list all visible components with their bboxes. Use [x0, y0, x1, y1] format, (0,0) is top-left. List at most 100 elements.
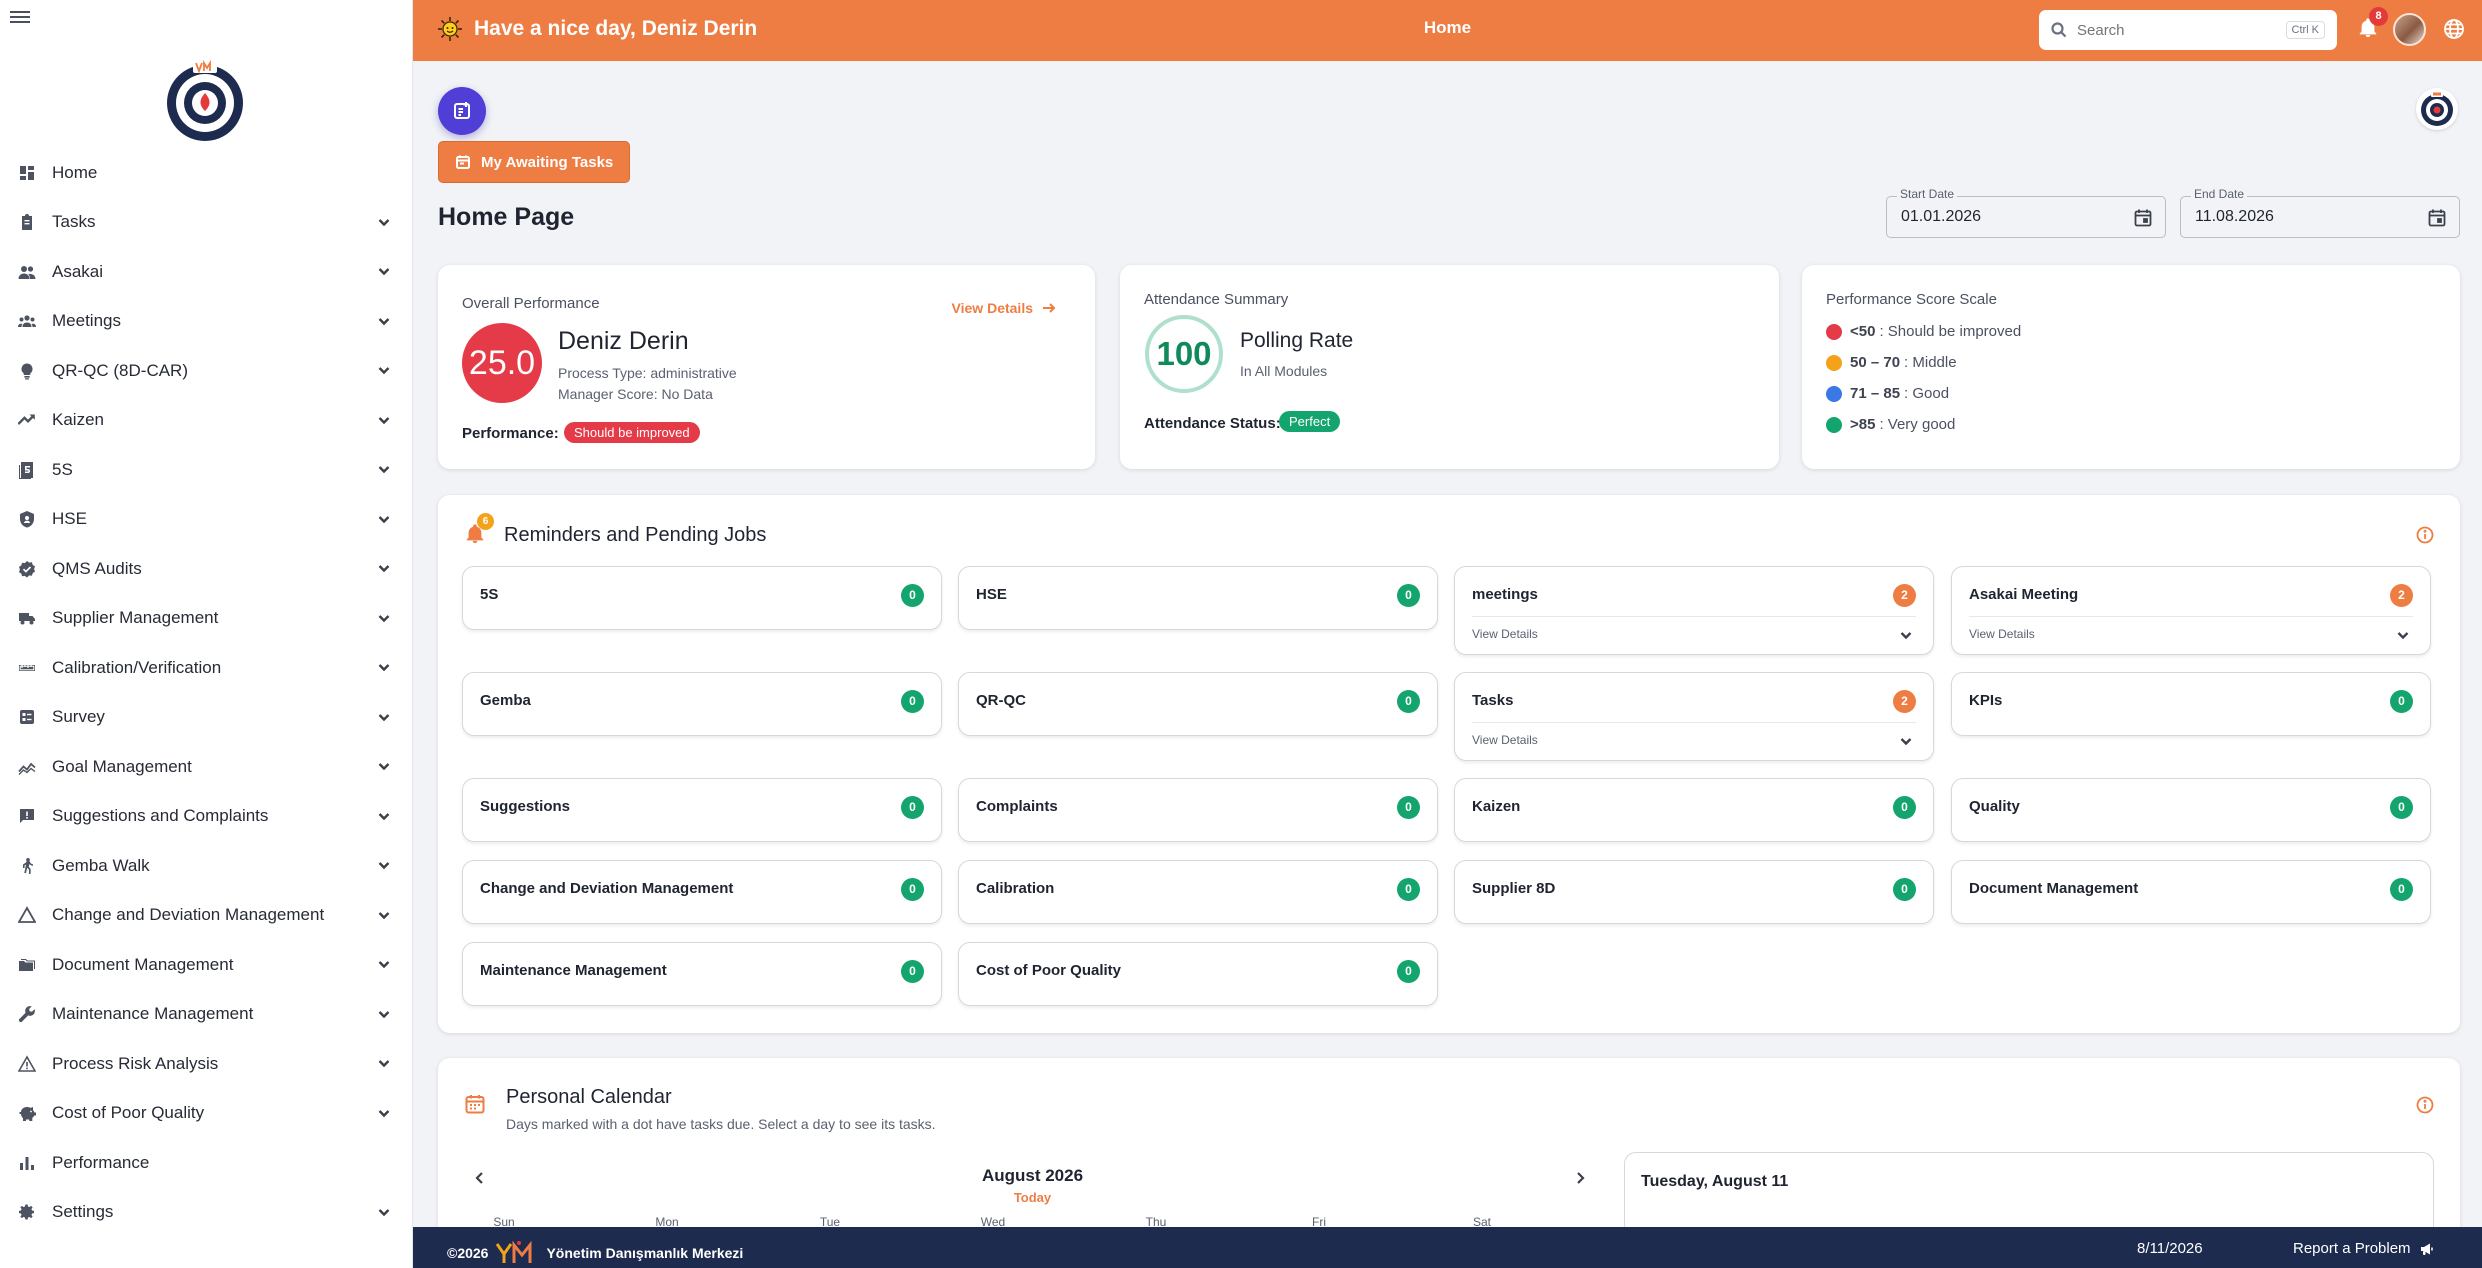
sidebar-item-suggestions-and-complaints[interactable]: Suggestions and Complaints — [0, 792, 413, 842]
chevron-down-icon[interactable] — [377, 611, 391, 625]
calendar-icon[interactable] — [2133, 208, 2153, 228]
sidebar-item-kaizen[interactable]: Kaizen — [0, 396, 413, 446]
sidebar-item-gemba-walk[interactable]: Gemba Walk — [0, 841, 413, 891]
sidebar-item-tasks[interactable]: Tasks — [0, 198, 413, 248]
calendar-task-icon — [456, 155, 470, 169]
view-details-label[interactable]: View Details — [1472, 733, 1538, 747]
sidebar-item-document-management[interactable]: Document Management — [0, 940, 413, 990]
sidebar-item-hse[interactable]: HSE — [0, 495, 413, 545]
sidebar-item-asakai[interactable]: Asakai — [0, 247, 413, 297]
reminder-tile-hse[interactable]: HSE 0 — [958, 566, 1438, 630]
chevron-down-icon[interactable] — [377, 413, 391, 427]
chevron-down-icon[interactable] — [377, 809, 391, 823]
view-details-link[interactable]: View Details — [952, 300, 1057, 316]
search-input[interactable] — [2077, 21, 2286, 39]
view-details-label[interactable]: View Details — [1472, 627, 1538, 641]
chevron-down-icon[interactable] — [377, 561, 391, 575]
reminder-tile-suggestions[interactable]: Suggestions 0 — [462, 778, 942, 842]
search-box[interactable]: Ctrl K — [2039, 10, 2337, 50]
my-awaiting-tasks-button[interactable]: My Awaiting Tasks — [438, 141, 631, 183]
chevron-down-icon[interactable] — [377, 1007, 391, 1021]
sidebar-item-maintenance-management[interactable]: Maintenance Management — [0, 990, 413, 1040]
start-date-field[interactable]: Start Date 01.01.2026 — [1886, 187, 2166, 238]
sidebar-item-process-risk-analysis[interactable]: Process Risk Analysis — [0, 1039, 413, 1089]
chevron-down-icon[interactable] — [377, 660, 391, 674]
sidebar-item-label: Cost of Poor Quality — [52, 1103, 205, 1123]
today-button[interactable]: Today — [438, 1190, 1627, 1205]
reminder-tile-qr-qc[interactable]: QR-QC 0 — [958, 672, 1438, 736]
reminder-tile-gemba[interactable]: Gemba 0 — [462, 672, 942, 736]
chevron-down-icon[interactable] — [1899, 628, 1913, 642]
add-note-button[interactable] — [438, 87, 486, 135]
sidebar-item-settings[interactable]: Settings — [0, 1188, 413, 1238]
sidebar-item-meetings[interactable]: Meetings — [0, 297, 413, 347]
chevron-down-icon[interactable] — [377, 858, 391, 872]
chevron-down-icon[interactable] — [377, 957, 391, 971]
view-details-label[interactable]: View Details — [1969, 627, 2035, 641]
end-date-field[interactable]: End Date 11.08.2026 — [2180, 187, 2460, 238]
reminder-count-badge: 2 — [2390, 584, 2413, 607]
chevron-down-icon[interactable] — [377, 710, 391, 724]
attendance-summary-title: Attendance Summary — [1144, 291, 1289, 308]
reminder-tile-cost-of-poor-quality[interactable]: Cost of Poor Quality 0 — [958, 942, 1438, 1006]
reminder-tile-kaizen[interactable]: Kaizen 0 — [1454, 778, 1934, 842]
reminder-tile-change-and-deviation-management[interactable]: Change and Deviation Management 0 — [462, 860, 942, 924]
reminder-tile-meetings[interactable]: meetings 2 View Details — [1454, 566, 1934, 655]
info-icon[interactable] — [2416, 526, 2434, 544]
menu-toggle-icon[interactable] — [10, 8, 30, 24]
reminder-tile-supplier-8d[interactable]: Supplier 8D 0 — [1454, 860, 1934, 924]
chevron-down-icon[interactable] — [377, 462, 391, 476]
sidebar-item-survey[interactable]: Survey — [0, 693, 413, 743]
sidebar-item-qms-audits[interactable]: QMS Audits — [0, 544, 413, 594]
chevron-down-icon[interactable] — [377, 363, 391, 377]
chevron-down-icon[interactable] — [2396, 628, 2410, 642]
chevron-down-icon[interactable] — [377, 1205, 391, 1219]
notifications-button[interactable]: 8 — [2357, 7, 2388, 41]
chevron-down-icon[interactable] — [377, 314, 391, 328]
sidebar-item-supplier-management[interactable]: Supplier Management — [0, 594, 413, 644]
language-button[interactable] — [2443, 18, 2465, 40]
sidebar-item-performance[interactable]: Performance — [0, 1138, 413, 1188]
sidebar-item-change-and-deviation-management[interactable]: Change and Deviation Management — [0, 891, 413, 941]
chevron-down-icon[interactable] — [377, 759, 391, 773]
score-scale-row: <50: Should be improved — [1826, 323, 2021, 340]
reminder-tile-calibration[interactable]: Calibration 0 — [958, 860, 1438, 924]
triangle-icon — [16, 904, 38, 926]
page-title: Home Page — [438, 203, 575, 231]
sidebar-item-home[interactable]: Home — [0, 148, 413, 198]
chevron-down-icon[interactable] — [377, 264, 391, 278]
reminder-tile-kpis[interactable]: KPIs 0 — [1951, 672, 2431, 736]
reminder-tile-5s[interactable]: 5S 0 — [462, 566, 942, 630]
sidebar-item-cost-of-poor-quality[interactable]: Cost of Poor Quality — [0, 1089, 413, 1139]
chevron-down-icon[interactable] — [377, 215, 391, 229]
reminder-tile-tasks[interactable]: Tasks 2 View Details — [1454, 672, 1934, 761]
chevron-down-icon[interactable] — [377, 908, 391, 922]
user-avatar[interactable] — [2393, 13, 2426, 46]
reminder-tile-document-management[interactable]: Document Management 0 — [1951, 860, 2431, 924]
chevron-down-icon[interactable] — [377, 512, 391, 526]
scale-range: <50 — [1850, 323, 1876, 340]
chevron-down-icon[interactable] — [377, 1106, 391, 1120]
weekday-label: Mon — [655, 1215, 679, 1227]
report-problem-button[interactable]: Report a Problem — [2293, 1240, 2435, 1257]
sidebar-item-qr-qc-8d-car[interactable]: QR-QC (8D-CAR) — [0, 346, 413, 396]
reminder-tile-name: QR-QC — [976, 692, 1026, 709]
reminder-count-badge: 0 — [1893, 796, 1916, 819]
calendar-icon[interactable] — [2427, 208, 2447, 228]
view-details-label: View Details — [951, 300, 1033, 316]
info-icon[interactable] — [2416, 1096, 2434, 1114]
sidebar-item-5s[interactable]: 5S — [0, 445, 413, 495]
next-month-button[interactable] — [1572, 1170, 1592, 1190]
reminders-card: 6 Reminders and Pending Jobs 5S 0 HSE 0 meet… — [438, 495, 2460, 1033]
score-scale-row: >85: Very good — [1826, 416, 1955, 433]
chevron-down-icon[interactable] — [377, 1056, 391, 1070]
selected-day-panel: Tuesday, August 11 — [1624, 1152, 2434, 1227]
sidebar-item-calibration-verification[interactable]: Calibration/Verification — [0, 643, 413, 693]
reminder-tile-quality[interactable]: Quality 0 — [1951, 778, 2431, 842]
reminder-count-badge: 0 — [2390, 878, 2413, 901]
chevron-down-icon[interactable] — [1899, 734, 1913, 748]
reminder-tile-maintenance-management[interactable]: Maintenance Management 0 — [462, 942, 942, 1006]
sidebar-item-goal-management[interactable]: Goal Management — [0, 742, 413, 792]
reminder-tile-asakai-meeting[interactable]: Asakai Meeting 2 View Details — [1951, 566, 2431, 655]
reminder-tile-complaints[interactable]: Complaints 0 — [958, 778, 1438, 842]
